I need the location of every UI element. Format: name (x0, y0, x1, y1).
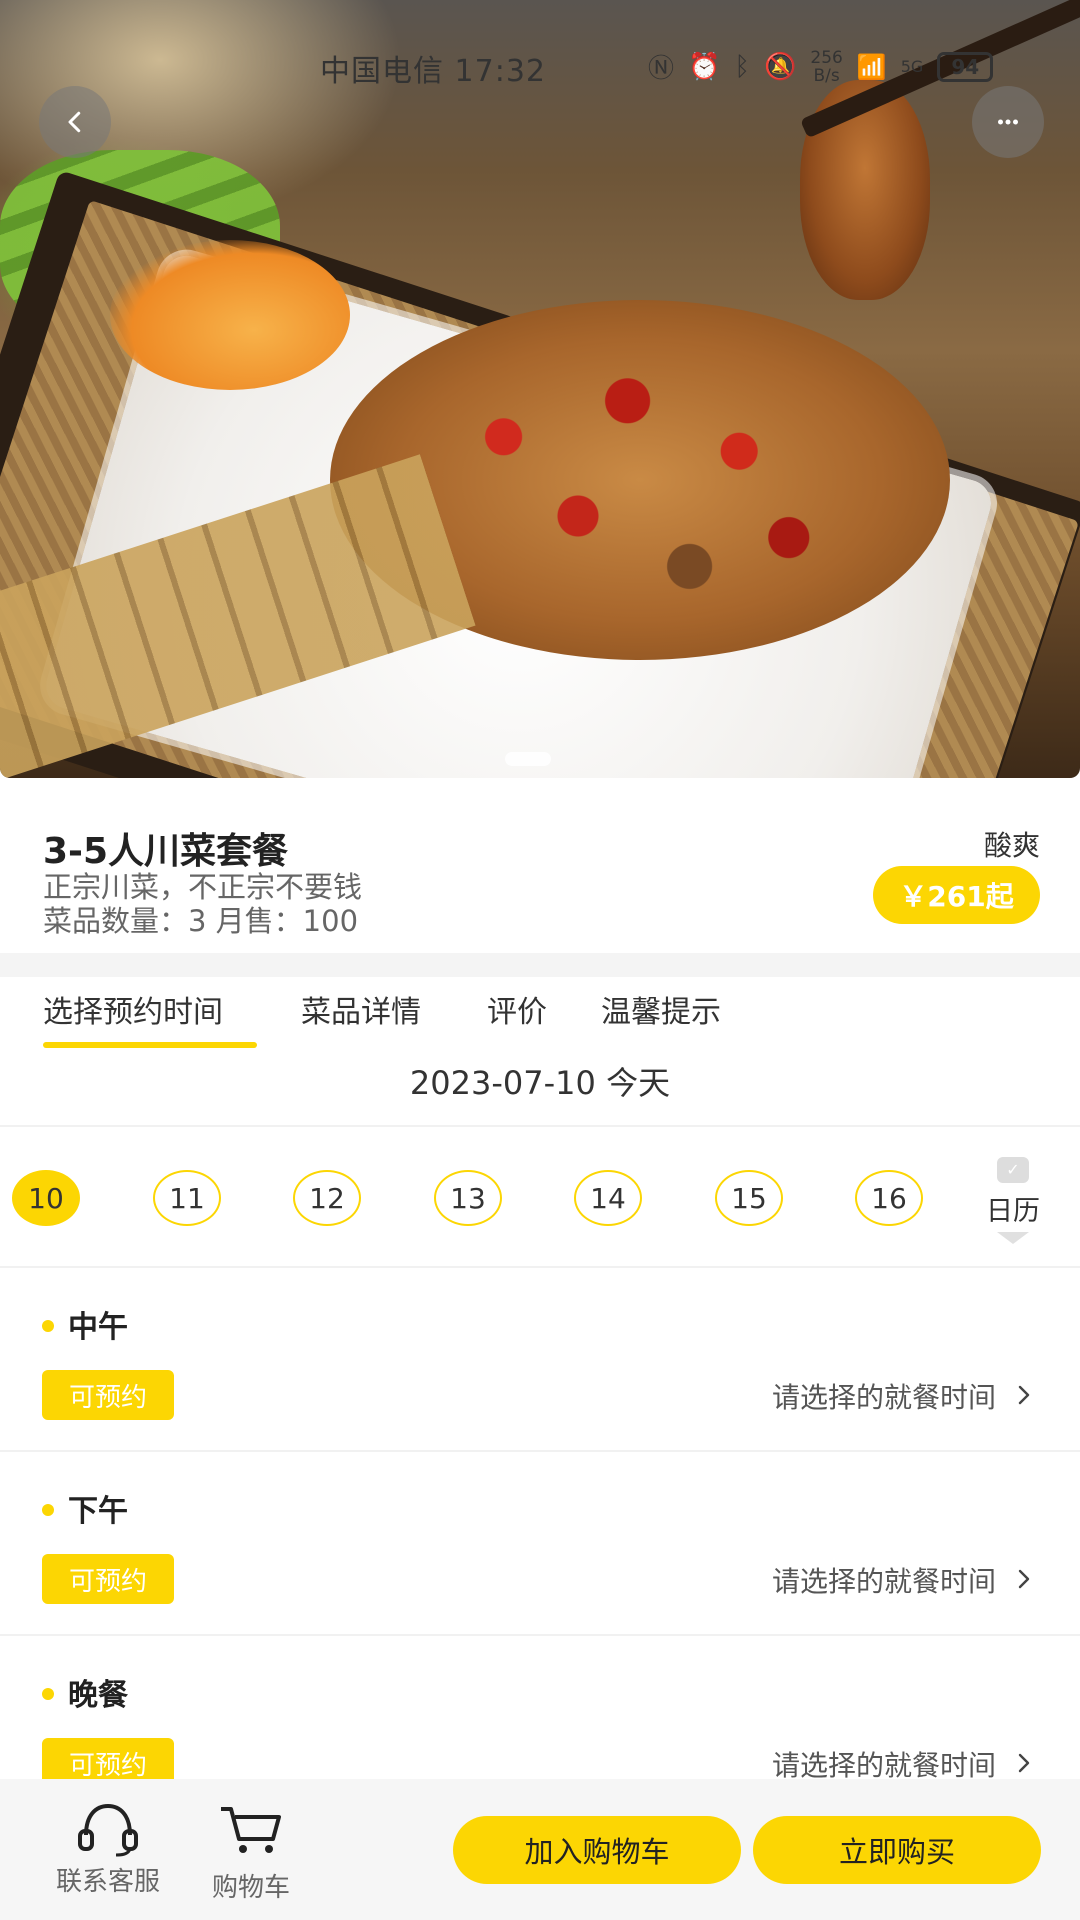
cart-button[interactable]: 购物车 (196, 1801, 306, 1904)
bullet-dot (42, 1688, 54, 1700)
bottom-action-bar: 联系客服 购物车 加入购物车 立即购买 (0, 1779, 1080, 1920)
chevron-right-icon (1018, 1569, 1030, 1589)
active-tab-indicator (43, 1042, 257, 1048)
slot-hint: 请选择的就餐时间 (771, 1381, 996, 1414)
chevron-right-icon (1018, 1385, 1030, 1405)
tab-bar: 选择预约时间 菜品详情 评价 温馨提示 (0, 977, 1080, 1048)
day-option[interactable]: 15 (715, 1170, 783, 1226)
available-badge: 可预约 (42, 1554, 174, 1604)
available-badge: 可预约 (42, 1370, 174, 1420)
product-info: 3-5人川菜套餐 正宗川菜，不正宗不要钱 菜品数量：3 月售：100 酸爽 ￥2… (0, 778, 1080, 953)
section-divider (0, 953, 1080, 977)
chevron-right-icon (1018, 1753, 1030, 1773)
flavor-tag: 酸爽 (983, 829, 1040, 862)
calendar-button[interactable]: 日历 (978, 1157, 1048, 1244)
headset-icon (78, 1803, 138, 1857)
net-speed: 256 B/s (810, 49, 842, 85)
slot-hint: 请选择的就餐时间 (771, 1749, 996, 1782)
network-label: 5G (900, 57, 924, 76)
tab-tips[interactable]: 温馨提示 (601, 987, 721, 1031)
status-bar: 中国电信 17:32 Ⓝ ⏰ ᛒ 🔕 256 B/s 📶 5G 94 (0, 0, 1080, 130)
day-option[interactable]: 14 (574, 1170, 642, 1226)
cart-icon (221, 1807, 281, 1853)
more-button[interactable] (972, 86, 1044, 158)
carved-carrot (110, 240, 350, 390)
status-carrier-time: 中国电信 17:32 (320, 54, 546, 89)
status-icons: Ⓝ ⏰ ᛒ 🔕 256 B/s 📶 5G 94 (648, 48, 994, 85)
tab-booking-time[interactable]: 选择预约时间 (43, 987, 223, 1031)
carousel-indicator[interactable] (505, 752, 551, 766)
time-slot-noon[interactable]: 中午 可预约 请选择的就餐时间 (0, 1268, 1080, 1452)
bullet-dot (42, 1320, 54, 1332)
slot-title: 中午 (68, 1310, 128, 1345)
cart-label: 购物车 (211, 1873, 290, 1903)
price-badge: ￥261起 (873, 866, 1040, 924)
nfc-icon: Ⓝ (648, 54, 675, 84)
day-picker: 10 11 12 13 14 15 16 日历 (0, 1127, 1080, 1267)
selected-date: 2023-07-10 今天 (409, 1064, 671, 1102)
battery-icon: 94 (937, 51, 994, 82)
net-speed-value: 256 (810, 47, 843, 68)
calendar-label: 日历 (986, 1196, 1040, 1227)
net-speed-unit: B/s (813, 65, 840, 86)
slot-title: 下午 (68, 1494, 128, 1529)
back-button[interactable] (39, 86, 111, 158)
wifi-icon: 📶 (856, 52, 887, 81)
tab-reviews[interactable]: 评价 (487, 987, 547, 1031)
slot-title: 晚餐 (68, 1678, 128, 1713)
add-to-cart-button[interactable]: 加入购物车 (453, 1816, 741, 1884)
chevron-left-icon (68, 111, 81, 133)
day-option[interactable]: 13 (434, 1170, 502, 1226)
buy-now-button[interactable]: 立即购买 (753, 1816, 1041, 1884)
more-dots-icon (998, 119, 1018, 125)
contact-service-button[interactable]: 联系客服 (40, 1801, 176, 1898)
alarm-icon: ⏰ (688, 51, 721, 82)
bluetooth-icon: ᛒ (734, 51, 750, 82)
tab-dish-details[interactable]: 菜品详情 (301, 987, 421, 1031)
day-option[interactable]: 12 (293, 1170, 361, 1226)
time-slot-afternoon[interactable]: 下午 可预约 请选择的就餐时间 (0, 1452, 1080, 1636)
bullet-dot (42, 1504, 54, 1516)
product-meta: 菜品数量：3 月售：100 (43, 904, 359, 938)
day-option[interactable]: 10 (12, 1170, 80, 1226)
dropdown-arrow-icon (997, 1232, 1029, 1244)
hero-image: 中国电信 17:32 Ⓝ ⏰ ᛒ 🔕 256 B/s 📶 5G 94 (0, 0, 1080, 778)
slot-hint: 请选择的就餐时间 (771, 1565, 996, 1598)
day-option[interactable]: 16 (855, 1170, 923, 1226)
day-option[interactable]: 11 (153, 1170, 221, 1226)
contact-service-label: 联系客服 (55, 1867, 160, 1897)
calendar-icon (997, 1157, 1029, 1183)
mute-icon: 🔕 (764, 51, 797, 82)
